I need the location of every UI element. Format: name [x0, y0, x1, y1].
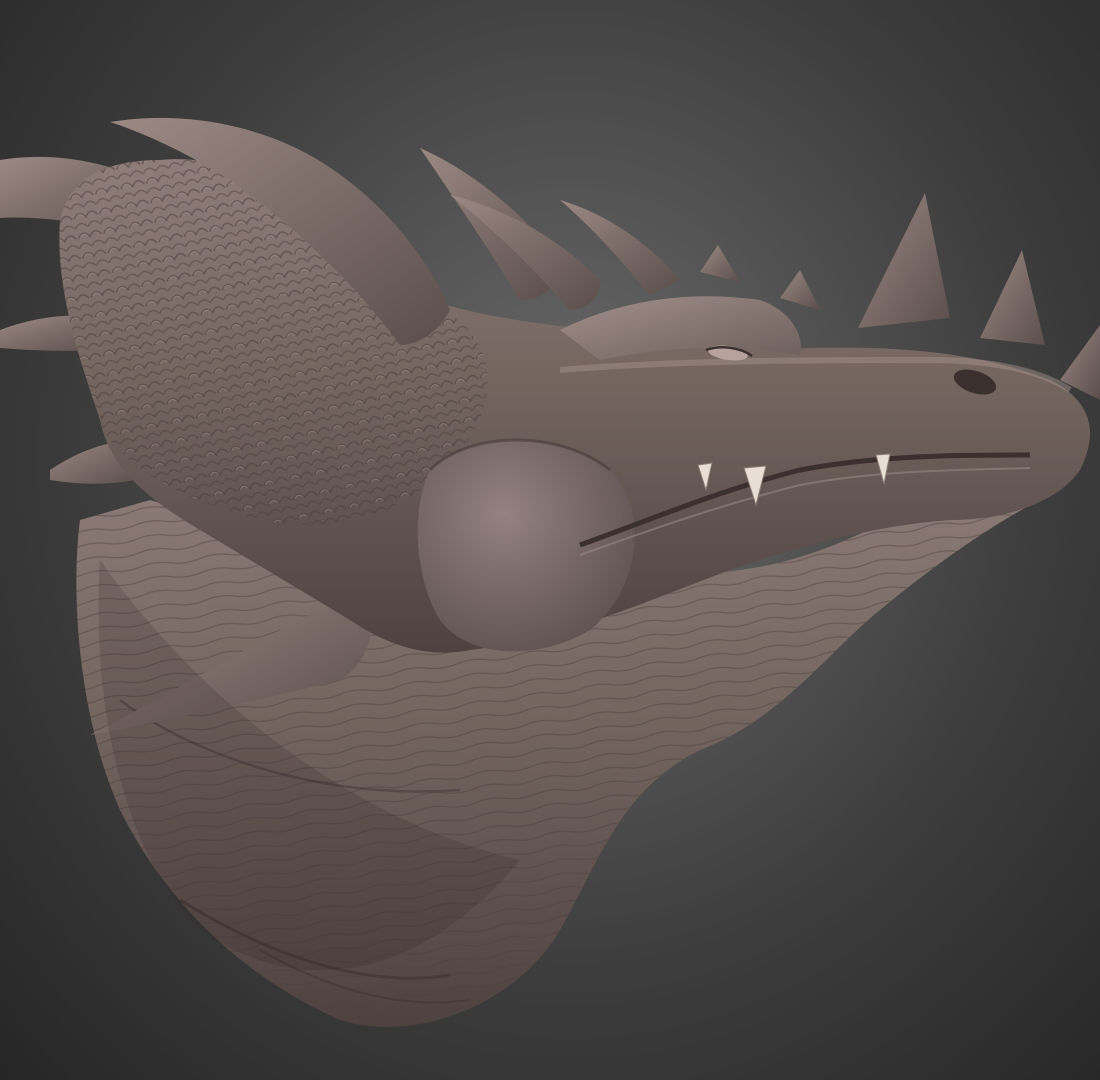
dragon-head-render	[0, 117, 1100, 1027]
sculpt-viewport	[0, 0, 1100, 1080]
